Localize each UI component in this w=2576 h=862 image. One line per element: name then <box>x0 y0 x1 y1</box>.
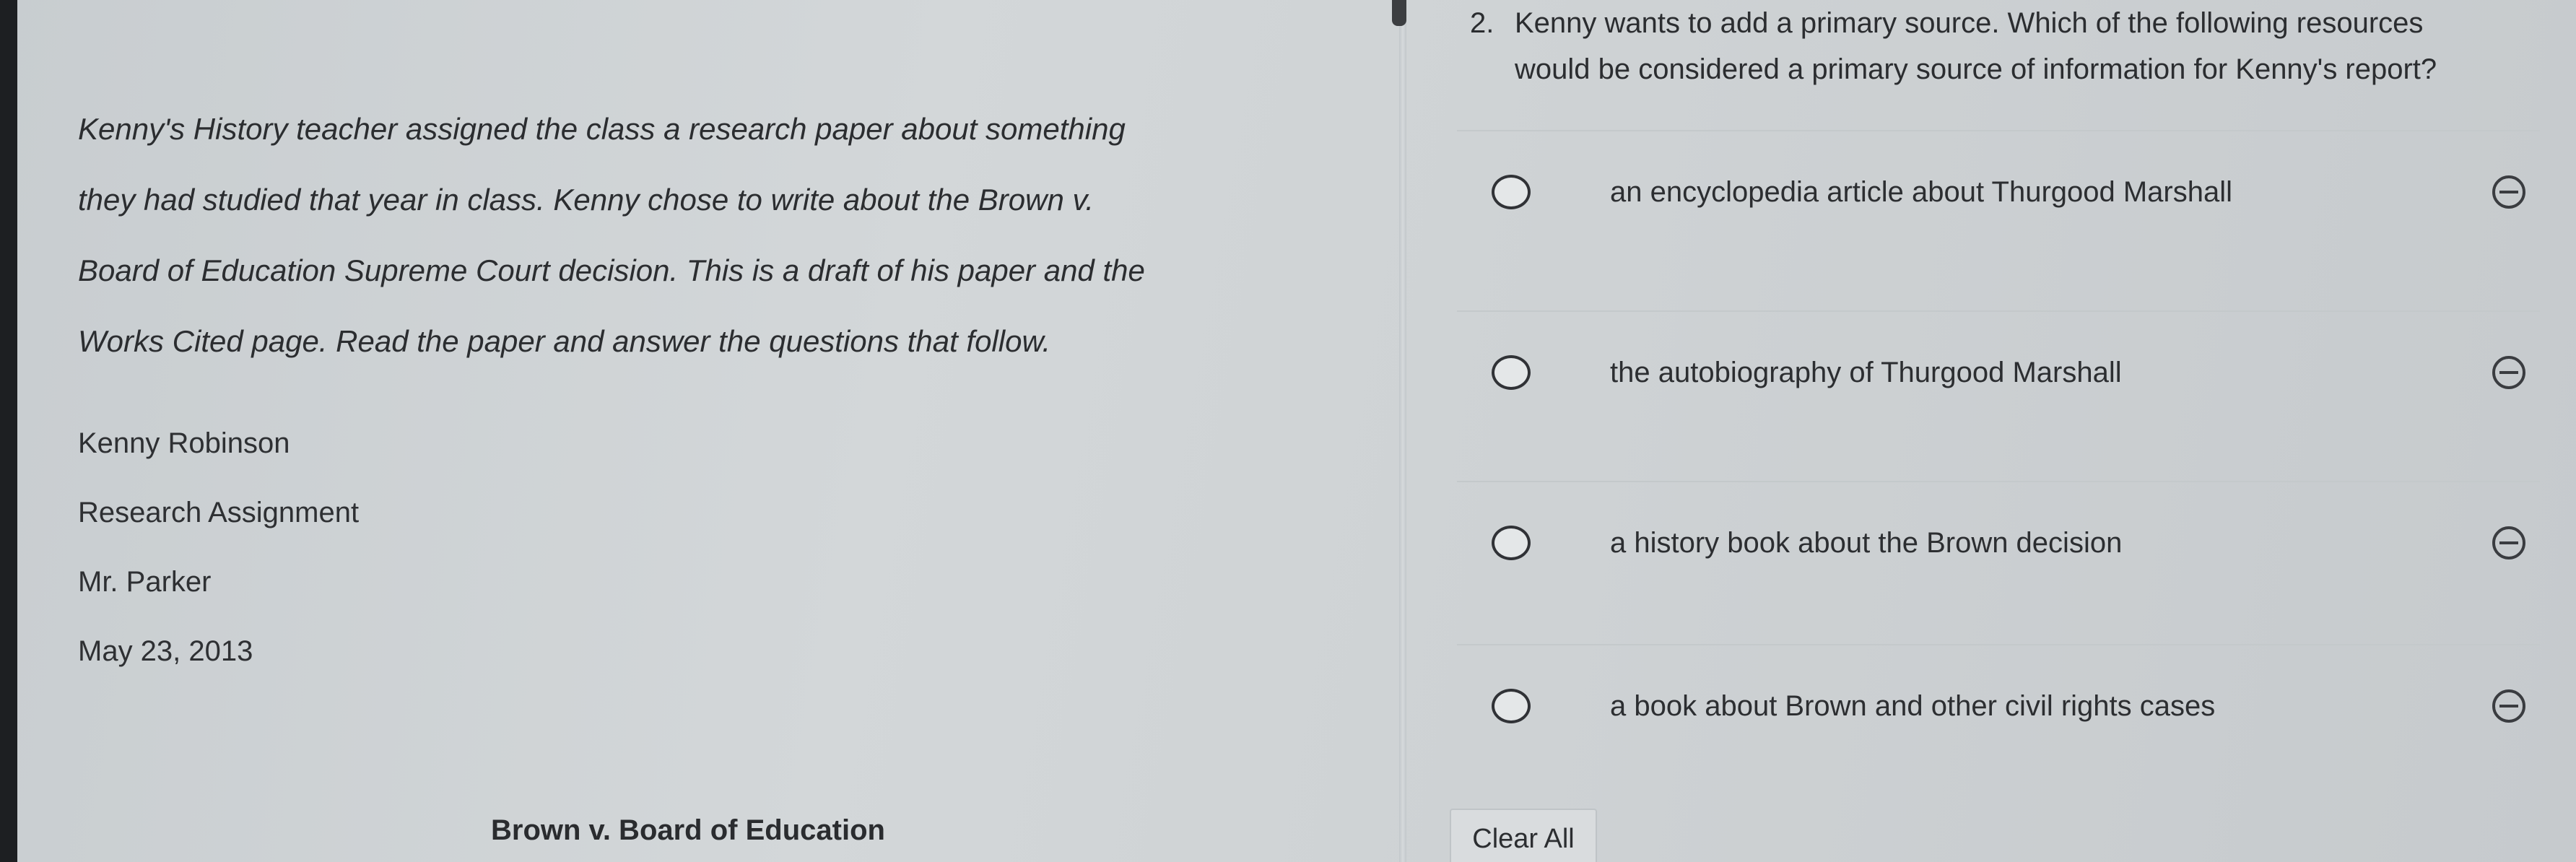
question-stem: 2. Kenny wants to add a primary source. W… <box>1470 0 2553 92</box>
eliminate-option-icon[interactable] <box>2492 689 2525 723</box>
paper-header: Kenny Robinson Research Assignment Mr. P… <box>78 409 1349 686</box>
radio-button-icon[interactable] <box>1492 526 1531 560</box>
paper-author: Kenny Robinson <box>78 427 290 459</box>
screen-bezel <box>0 0 17 862</box>
radio-button-icon[interactable] <box>1492 355 1531 390</box>
answer-option-d[interactable]: a book about Brown and other civil right… <box>1457 644 2540 767</box>
eliminate-option-icon[interactable] <box>2492 175 2525 209</box>
intro-line: Works Cited page. Read the paper and ans… <box>78 324 1051 358</box>
question-text-line: Kenny wants to add a primary source. Whi… <box>1515 7 2424 39</box>
radio-button-icon[interactable] <box>1492 175 1531 209</box>
answer-option-c[interactable]: a history book about the Brown decision <box>1457 481 2540 604</box>
passage-intro: Kenny's History teacher assigned the cla… <box>78 94 1349 377</box>
eliminate-option-icon[interactable] <box>2492 526 2525 560</box>
option-text: a book about Brown and other civil right… <box>1610 689 2216 722</box>
paper-teacher: Mr. Parker <box>78 566 212 598</box>
answer-option-a[interactable]: an encyclopedia article about Thurgood M… <box>1457 130 2540 253</box>
paper-date: May 23, 2013 <box>78 635 253 667</box>
scroll-handle[interactable] <box>1392 0 1406 26</box>
answer-option-b[interactable]: the autobiography of Thurgood Marshall <box>1457 310 2540 433</box>
option-text: an encyclopedia article about Thurgood M… <box>1610 175 2233 208</box>
question-number: 2. <box>1470 7 1494 39</box>
paper-title: Brown v. Board of Education <box>491 814 885 846</box>
passage-pane: Kenny's History teacher assigned the cla… <box>78 94 1349 686</box>
paper-assignment: Research Assignment <box>78 497 360 528</box>
question-text-line: would be considered a primary source of … <box>1515 53 2437 85</box>
intro-line: Board of Education Supreme Court decisio… <box>78 253 1145 287</box>
eliminate-option-icon[interactable] <box>2492 356 2525 389</box>
clear-all-button[interactable]: Clear All <box>1450 809 1597 862</box>
intro-line: Kenny's History teacher assigned the cla… <box>78 112 1126 146</box>
radio-button-icon[interactable] <box>1492 689 1531 723</box>
pane-divider[interactable] <box>1399 0 1406 862</box>
intro-line: they had studied that year in class. Ken… <box>78 183 1095 217</box>
option-text: a history book about the Brown decision <box>1610 526 2123 559</box>
test-screen: Kenny's History teacher assigned the cla… <box>0 0 2576 862</box>
option-text: the autobiography of Thurgood Marshall <box>1610 356 2122 388</box>
